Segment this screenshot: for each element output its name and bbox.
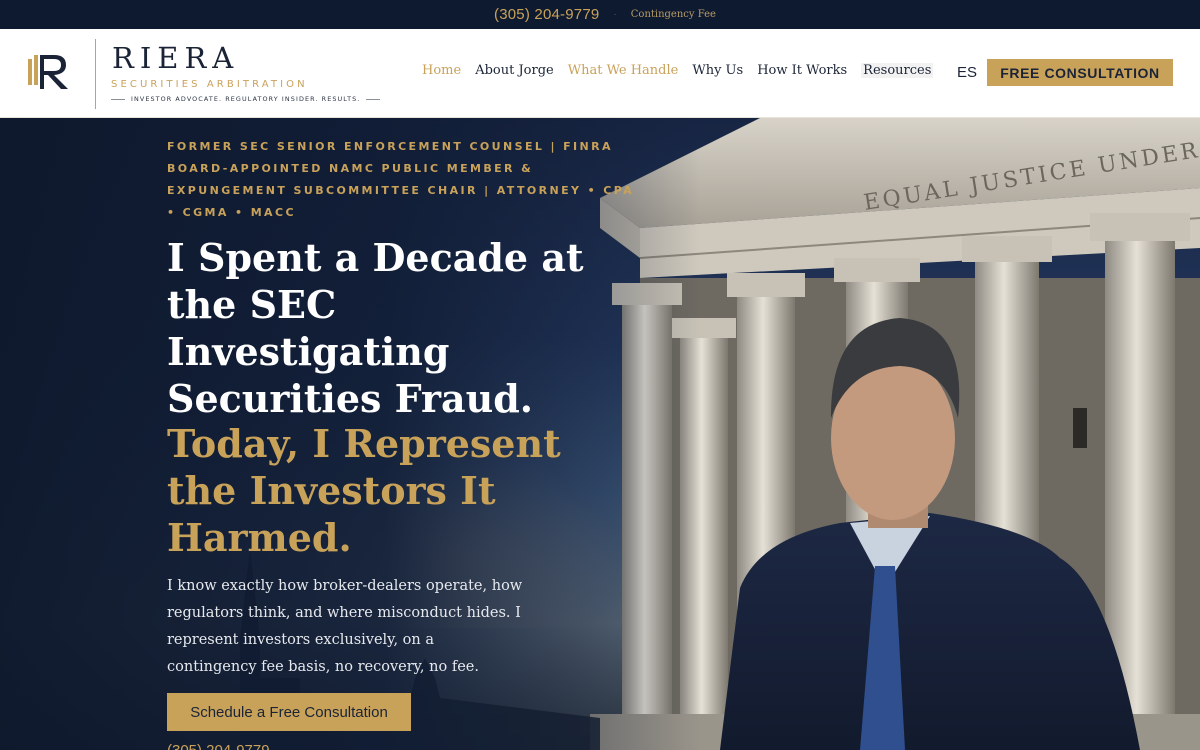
tagline-rule-right xyxy=(366,98,381,100)
logo-divider xyxy=(95,39,96,109)
brand-subtitle: SECURITIES ARBITRATION xyxy=(111,79,308,90)
nav-item-how-it-works[interactable]: How It Works xyxy=(757,63,847,78)
nav-item-home[interactable]: Home xyxy=(422,63,461,78)
schedule-consultation-button[interactable]: Schedule a Free Consultation xyxy=(167,693,411,731)
hero-credentials: FORMER SEC SENIOR ENFORCEMENT COUNSEL | … xyxy=(167,140,635,219)
hero-headline-gold: Today, I Represent the Investors It Harm… xyxy=(167,421,561,560)
hero-headline-white: I Spent a Decade at the SEC Investigatin… xyxy=(167,235,584,421)
hero-lede: I know exactly how broker-dealers operat… xyxy=(167,578,523,675)
topbar-phone-link[interactable]: (305) 204-9779 xyxy=(494,6,599,23)
nav-item-why-us[interactable]: Why Us xyxy=(692,63,743,78)
topbar-separator: · xyxy=(613,9,617,20)
main-nav: Home About Jorge What We Handle Why Us H… xyxy=(422,63,934,78)
nav-item-what-we-handle[interactable]: What We Handle xyxy=(568,63,679,78)
hero-section: EQUAL JUSTICE UNDER LAW xyxy=(0,118,1200,750)
brand-tagline: INVESTOR ADVOCATE. REGULATORY INSIDER. R… xyxy=(131,95,361,103)
topbar-contingency-fee: Contingency Fee xyxy=(630,9,716,20)
tagline-rule-left xyxy=(111,98,125,100)
hero-phone-link[interactable]: (305) 204-9779 xyxy=(167,742,270,750)
nav-item-about-jorge[interactable]: About Jorge xyxy=(475,63,554,78)
free-consultation-button[interactable]: FREE CONSULTATION xyxy=(987,59,1173,86)
site-header: RIERA SECURITIES ARBITRATION INVESTOR AD… xyxy=(0,29,1200,118)
nav-item-resources[interactable]: Resources xyxy=(861,63,934,78)
brand-name[interactable]: RIERA xyxy=(112,41,239,75)
language-toggle[interactable]: ES xyxy=(957,64,977,81)
top-bar: (305) 204-9779 · Contingency Fee xyxy=(0,0,1200,29)
riera-logo-mark-icon[interactable] xyxy=(26,49,70,97)
brand-tagline-row: INVESTOR ADVOCATE. REGULATORY INSIDER. R… xyxy=(111,95,381,103)
